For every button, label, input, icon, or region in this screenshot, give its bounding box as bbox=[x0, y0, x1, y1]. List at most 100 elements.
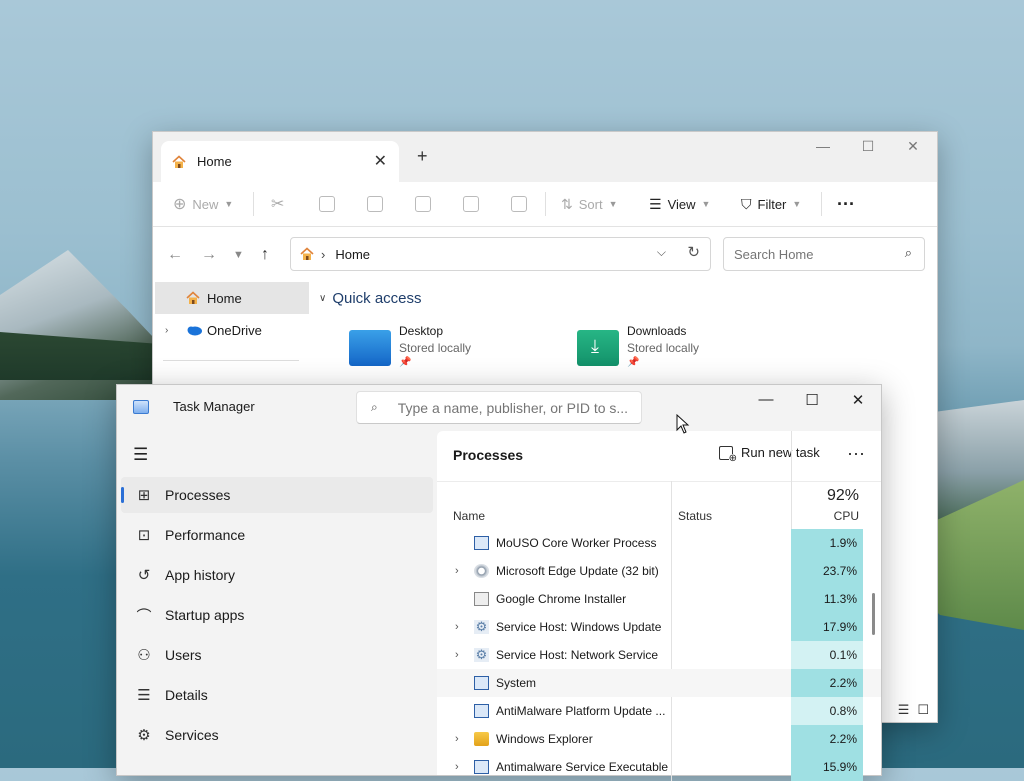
paste-button[interactable] bbox=[367, 182, 383, 226]
tab-home[interactable]: Home ✕ bbox=[161, 141, 399, 182]
explorer-search-input[interactable] bbox=[732, 245, 896, 263]
view-icon: ☰ bbox=[649, 195, 662, 212]
minimize-icon[interactable]: — bbox=[751, 391, 781, 408]
process-name: MoUSO Core Worker Process bbox=[496, 536, 657, 550]
more-options-button[interactable]: ··· bbox=[837, 182, 855, 226]
scrollbar-thumb[interactable] bbox=[872, 593, 875, 635]
nav-details[interactable]: ☰ Details bbox=[121, 677, 433, 713]
delete-button[interactable] bbox=[511, 182, 527, 226]
chevron-down-icon: ▼ bbox=[792, 199, 802, 209]
sort-button[interactable]: ⇅ Sort ▼ bbox=[561, 182, 618, 226]
rename-icon bbox=[415, 196, 431, 212]
chevron-down-icon: ▼ bbox=[701, 199, 711, 209]
chevron-right-icon[interactable]: › bbox=[455, 649, 459, 661]
forward-icon[interactable]: → bbox=[201, 246, 217, 264]
chevron-down-icon: ▼ bbox=[224, 199, 234, 209]
nav-services[interactable]: ⚙ Services bbox=[121, 717, 433, 753]
process-row[interactable]: › Antimalware Service Executable 15.9% bbox=[437, 753, 881, 781]
column-status[interactable]: Status bbox=[678, 509, 712, 523]
cut-button[interactable]: ✂ bbox=[271, 182, 284, 226]
chevron-right-icon[interactable]: › bbox=[455, 761, 459, 773]
new-button[interactable]: ⊕ New ▼ bbox=[173, 182, 233, 226]
paste-icon bbox=[367, 196, 383, 212]
selection-indicator bbox=[121, 487, 124, 503]
process-row[interactable]: › Windows Explorer 2.2% bbox=[437, 725, 881, 753]
close-tab-icon[interactable]: ✕ bbox=[374, 151, 387, 171]
chevron-right-icon[interactable]: › bbox=[455, 621, 459, 633]
task-manager-title: Task Manager bbox=[173, 399, 255, 414]
process-row[interactable]: › Microsoft Edge Update (32 bit) 23.7% bbox=[437, 557, 881, 585]
task-manager-titlebar: Task Manager ⌕ — ☐ ✕ bbox=[117, 385, 881, 431]
startup-apps-icon: ⌒ bbox=[136, 607, 152, 625]
process-cpu: 0.8% bbox=[791, 697, 863, 725]
view-button[interactable]: ☰ View ▼ bbox=[649, 182, 710, 226]
process-name: System bbox=[496, 676, 537, 690]
process-row[interactable]: Google Chrome Installer 11.3% bbox=[437, 585, 881, 613]
recent-chevron-icon[interactable]: ▼ bbox=[233, 249, 244, 261]
tab-title: Home bbox=[197, 154, 232, 169]
share-button[interactable] bbox=[463, 182, 479, 226]
process-cpu: 1.9% bbox=[791, 529, 863, 557]
run-new-task-button[interactable]: ⊕ Run new task bbox=[719, 445, 820, 464]
sort-label: Sort bbox=[578, 196, 603, 212]
explorer-search[interactable]: ⌕ bbox=[723, 237, 925, 271]
task-manager-search[interactable]: ⌕ bbox=[356, 391, 642, 424]
up-icon[interactable]: ↑ bbox=[261, 246, 269, 264]
quick-access-header[interactable]: ∨ Quick access bbox=[319, 290, 422, 307]
nav-processes-label: Processes bbox=[165, 487, 231, 503]
cut-icon: ✂ bbox=[271, 196, 285, 213]
pin-icon: 📌 bbox=[399, 357, 412, 368]
filter-button[interactable]: ⛉ Filter ▼ bbox=[741, 182, 801, 226]
tiles-view-icon[interactable]: ☐ bbox=[917, 702, 929, 718]
search-icon[interactable]: ⌕ bbox=[905, 245, 912, 261]
process-row[interactable]: › ⚙ Service Host: Windows Update 17.9% bbox=[437, 613, 881, 641]
app-window-icon bbox=[474, 536, 489, 550]
column-name[interactable]: Name bbox=[453, 509, 485, 523]
breadcrumb-home[interactable]: Home bbox=[335, 247, 370, 262]
close-window-icon[interactable]: ✕ bbox=[843, 391, 873, 409]
column-cpu[interactable]: CPU bbox=[791, 509, 859, 523]
chevron-right-icon[interactable]: › bbox=[455, 565, 459, 577]
address-dropdown-icon[interactable]: ⌵ bbox=[657, 245, 666, 260]
more-options-icon[interactable]: ··· bbox=[847, 443, 865, 464]
process-row[interactable]: System 2.2% bbox=[437, 669, 881, 697]
processes-icon: ⊞ bbox=[137, 487, 151, 504]
nav-performance[interactable]: ⊡ Performance bbox=[121, 517, 433, 553]
maximize-icon[interactable]: ☐ bbox=[797, 391, 827, 409]
nav-item-home[interactable]: Home bbox=[155, 282, 309, 314]
app-window-icon bbox=[474, 760, 489, 774]
process-row[interactable]: › ⚙ Service Host: Network Service 0.1% bbox=[437, 641, 881, 669]
nav-app-history[interactable]: ↺ App history bbox=[121, 557, 433, 593]
chevron-right-icon[interactable]: › bbox=[455, 733, 459, 745]
details-view-icon[interactable]: ☰ bbox=[898, 702, 910, 718]
chevron-right-icon[interactable]: › bbox=[165, 325, 168, 336]
new-tab-icon[interactable]: + bbox=[417, 146, 428, 167]
task-manager-app-icon bbox=[133, 400, 149, 414]
maximize-icon[interactable]: ☐ bbox=[853, 138, 883, 155]
search-icon: ⌕ bbox=[371, 400, 378, 414]
quick-access-desktop[interactable]: Desktop Stored locally 📌 bbox=[349, 324, 471, 368]
nav-users[interactable]: ⚇ Users bbox=[121, 637, 433, 673]
nav-item-onedrive[interactable]: › OneDrive bbox=[155, 314, 309, 346]
back-icon[interactable]: ← bbox=[167, 246, 183, 264]
services-icon: ⚙ bbox=[137, 727, 151, 744]
hamburger-menu-icon[interactable]: ☰ bbox=[133, 445, 148, 465]
desktop-name: Desktop bbox=[399, 324, 444, 338]
nav-users-label: Users bbox=[165, 647, 202, 663]
copy-button[interactable] bbox=[319, 182, 335, 226]
address-bar[interactable]: › Home ⌵ ↻ bbox=[290, 237, 711, 271]
cpu-total: 92% bbox=[826, 487, 859, 504]
task-manager-search-input[interactable] bbox=[395, 398, 630, 417]
close-window-icon[interactable]: ✕ bbox=[898, 138, 928, 155]
nav-startup-apps[interactable]: ⌒ Startup apps bbox=[121, 597, 433, 633]
app-window-icon bbox=[474, 704, 489, 718]
minimize-icon[interactable]: — bbox=[808, 138, 838, 154]
nav-processes[interactable]: ⊞ Processes bbox=[121, 477, 433, 513]
refresh-icon[interactable]: ↻ bbox=[687, 243, 700, 261]
process-row[interactable]: AntiMalware Platform Update ... 0.8% bbox=[437, 697, 881, 725]
process-row[interactable]: MoUSO Core Worker Process 1.9% bbox=[437, 529, 881, 557]
quick-access-downloads[interactable]: ⤓ Downloads Stored locally 📌 bbox=[577, 324, 699, 368]
chevron-down-icon: ∨ bbox=[319, 293, 327, 304]
installer-icon bbox=[474, 592, 489, 606]
rename-button[interactable] bbox=[415, 182, 431, 226]
